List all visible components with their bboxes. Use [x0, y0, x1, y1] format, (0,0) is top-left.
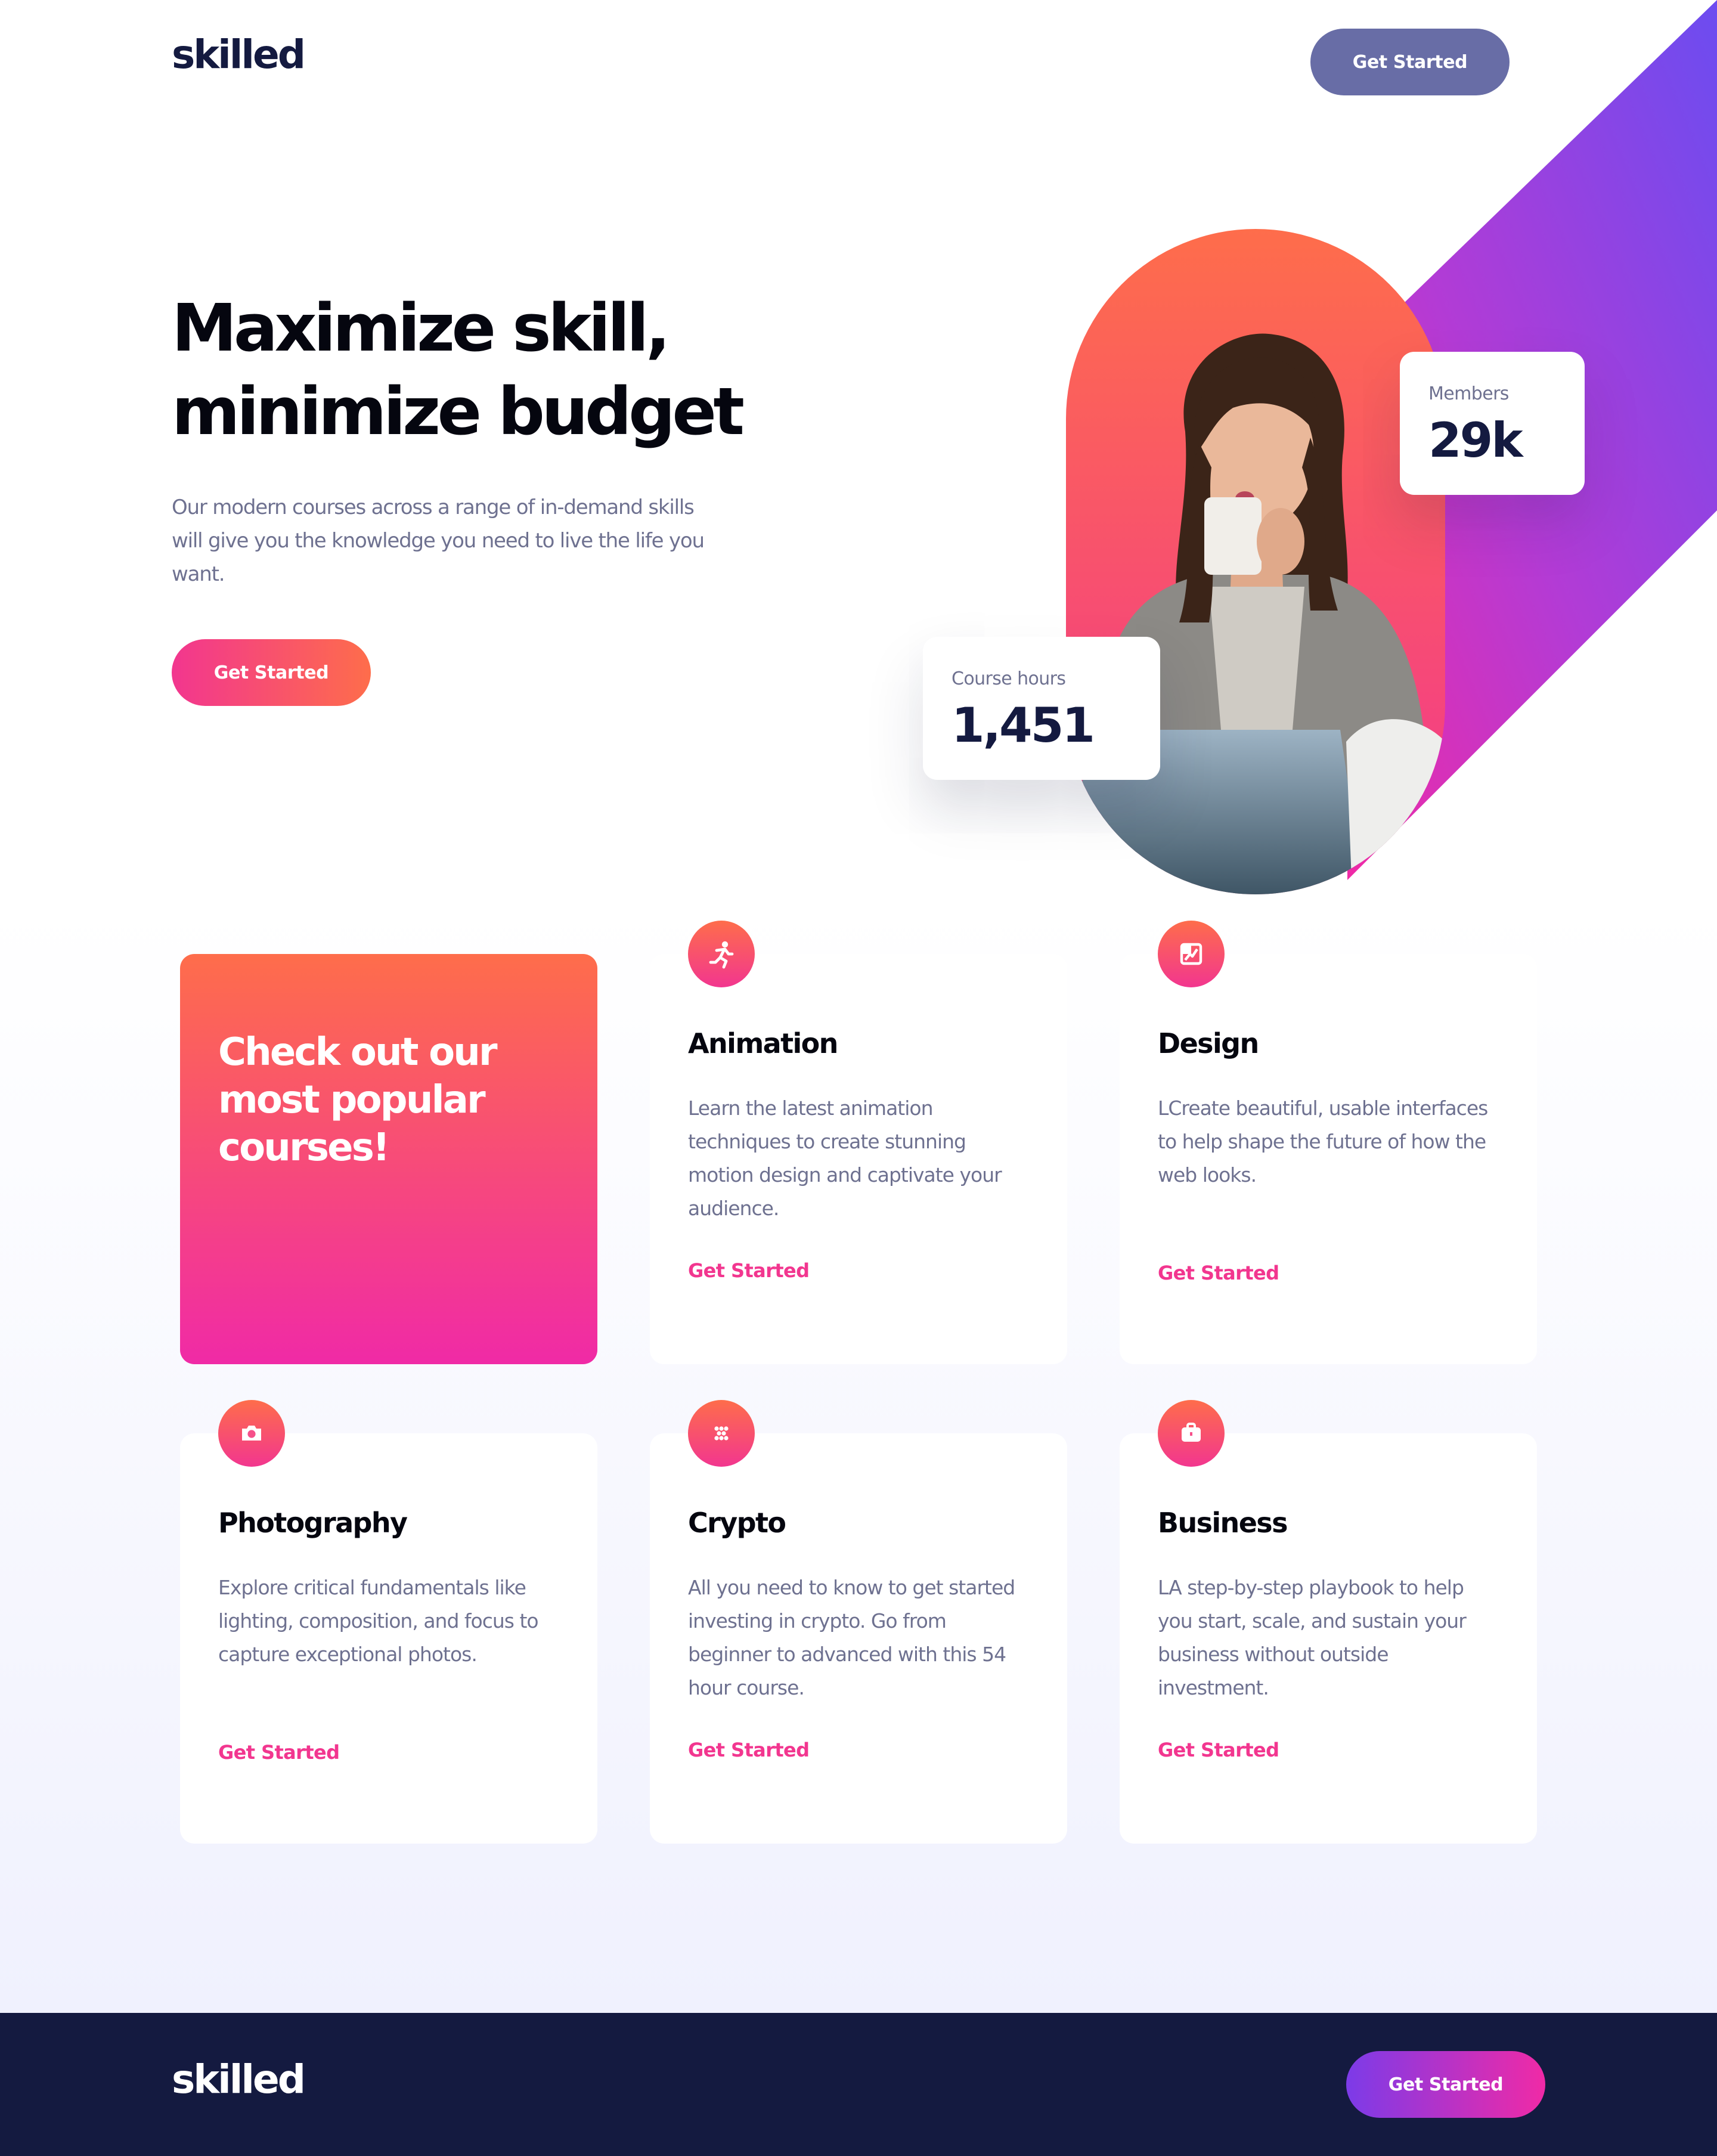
course-title: Animation	[688, 1029, 838, 1060]
crypto-dots-icon	[688, 1400, 755, 1467]
course-title: Crypto	[688, 1508, 786, 1539]
course-description: LA step-by-step playbook to help you sta…	[1158, 1576, 1467, 1699]
briefcase-icon	[1158, 1400, 1225, 1467]
running-person-icon	[688, 921, 755, 987]
hero-title: Maximize skill, minimize budget	[172, 286, 792, 453]
course-title: Photography	[218, 1508, 408, 1539]
course-card-design: Design LCreate beautiful, usable interfa…	[1120, 921, 1537, 1364]
hero-title-line: Maximize skill,	[172, 290, 671, 366]
page: skilled Get Started Maximize skill, mini…	[0, 0, 1717, 2156]
stat-label: Members	[1428, 383, 1509, 404]
stat-label: Course hours	[952, 668, 1066, 689]
site-footer: skilled Get Started	[0, 2013, 1717, 2156]
members-stat-card: Members 29k	[1400, 352, 1585, 495]
site-logo[interactable]: skilled	[172, 31, 306, 78]
course-get-started-link[interactable]: Get Started	[218, 1741, 340, 1764]
course-card-crypto: Crypto All you need to know to get start…	[650, 1400, 1067, 1844]
course-title: Design	[1158, 1029, 1259, 1060]
course-title: Business	[1158, 1508, 1288, 1539]
footer-get-started-button[interactable]: Get Started	[1346, 2051, 1545, 2118]
course-card-photography: Photography Explore critical fundamental…	[180, 1400, 597, 1844]
header-get-started-button[interactable]: Get Started	[1310, 29, 1510, 95]
design-frame-icon	[1158, 921, 1225, 987]
course-description: Learn the latest animation techniques to…	[688, 1097, 1002, 1220]
hero-description: Our modern courses across a range of in-…	[172, 496, 705, 587]
course-description: Explore critical fundamentals like light…	[218, 1576, 539, 1666]
hero-photo	[1066, 229, 1445, 894]
course-get-started-link[interactable]: Get Started	[688, 1259, 810, 1282]
course-card-animation: Animation Learn the latest animation tec…	[650, 921, 1067, 1364]
course-card-business: Business LA step-by-step playbook to hel…	[1120, 1400, 1537, 1844]
course-description: All you need to know to get started inve…	[688, 1576, 1015, 1699]
popular-courses-card: Check out our most popular courses!	[180, 954, 597, 1364]
course-hours-stat-card: Course hours 1,451	[923, 637, 1160, 780]
course-get-started-link[interactable]: Get Started	[1158, 1739, 1279, 1761]
course-get-started-link[interactable]: Get Started	[688, 1739, 810, 1761]
stat-value: 1,451	[952, 699, 1095, 754]
camera-icon	[218, 1400, 285, 1467]
stat-value: 29k	[1428, 414, 1523, 469]
landing-page: skilled Get Started Maximize skill, mini…	[0, 0, 1717, 2156]
course-get-started-link[interactable]: Get Started	[1158, 1262, 1279, 1284]
woman-with-mug-illustration	[1066, 333, 1445, 894]
promo-title: Check out our most popular courses!	[218, 1029, 498, 1170]
hero-title-line: minimize budget	[172, 373, 745, 450]
hero-get-started-button[interactable]: Get Started	[172, 639, 371, 706]
course-description: LCreate beautiful, usable interfaces to …	[1158, 1097, 1488, 1187]
footer-logo[interactable]: skilled	[172, 2056, 306, 2102]
